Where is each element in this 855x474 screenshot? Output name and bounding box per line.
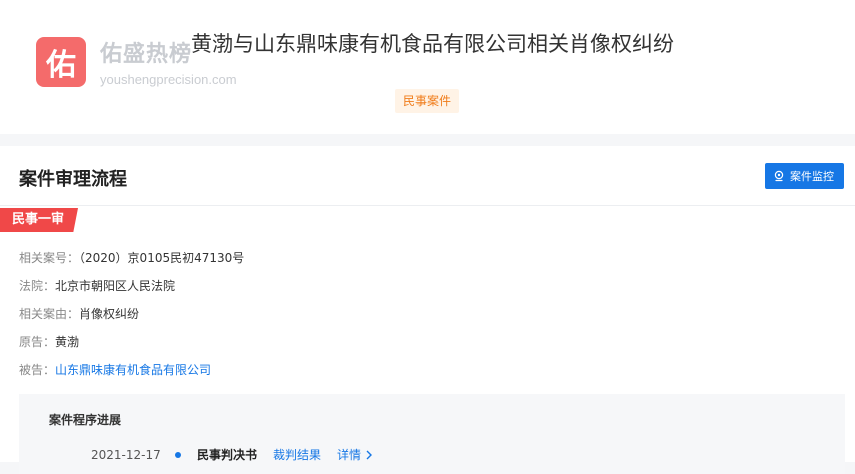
court-row: 法院：北京市朝阳区人民法院 — [19, 272, 244, 300]
cause-label: 相关案由： — [19, 307, 80, 321]
panel-title: 案件审理流程 — [19, 169, 127, 190]
panel-header: 案件审理流程 案件监控 — [0, 146, 855, 206]
stage-badge: 民事一审 — [0, 208, 79, 232]
judgment-result-link[interactable]: 裁判结果 — [273, 446, 321, 463]
case-progress: 案件程序进展 2021-12-17 民事判决书 裁判结果 详情 — [19, 394, 845, 474]
plaintiff-label: 原告： — [19, 335, 56, 349]
case-monitor-label: 案件监控 — [790, 170, 834, 183]
progress-title: 案件程序进展 — [49, 413, 122, 427]
page-header: 佑 佑盛热榜 youshengprecision.com 黄渤与山东鼎味康有机食… — [0, 0, 855, 134]
detail-link-label: 详情 — [337, 448, 362, 462]
timeline-item: 2021-12-17 民事判决书 裁判结果 详情 — [91, 446, 373, 463]
cause-row: 相关案由：肖像权纠纷 — [19, 300, 244, 328]
timeline-dot — [175, 451, 181, 458]
defendant-label: 被告： — [19, 363, 56, 377]
case-number-label: 相关案号： — [19, 251, 80, 265]
case-number-value: （2020）京0105民初47130号 — [79, 251, 245, 265]
case-process-panel: 案件审理流程 案件监控 民事一审 相关案号：（2020）京0105民初47130… — [0, 146, 855, 474]
case-monitor-button[interactable]: 案件监控 — [765, 163, 844, 189]
case-type-tag: 民事案件 — [395, 89, 460, 113]
court-value: 北京市朝阳区人民法院 — [55, 279, 176, 293]
case-title: 黄渤与山东鼎味康有机食品有限公司相关肖像权纠纷 — [191, 32, 674, 56]
case-info: 相关案号：（2020）京0105民初47130号 法院：北京市朝阳区人民法院 相… — [19, 244, 244, 384]
chevron-right-icon — [366, 450, 373, 459]
plaintiff-row: 原告：黄渤 — [19, 328, 244, 356]
brand-domain: youshengprecision.com — [100, 72, 237, 87]
timeline-date: 2021-12-17 — [91, 447, 161, 462]
plaintiff-value: 黄渤 — [55, 335, 80, 349]
cause-value: 肖像权纠纷 — [79, 307, 140, 321]
case-number-row: 相关案号：（2020）京0105民初47130号 — [19, 244, 244, 272]
defendant-row: 被告：山东鼎味康有机食品有限公司 — [19, 356, 244, 384]
court-label: 法院： — [19, 279, 56, 293]
timeline-document: 民事判决书 — [197, 448, 258, 462]
location-pin-icon — [774, 170, 784, 182]
defendant-link[interactable]: 山东鼎味康有机食品有限公司 — [55, 363, 211, 377]
detail-link[interactable]: 详情 — [337, 446, 373, 463]
